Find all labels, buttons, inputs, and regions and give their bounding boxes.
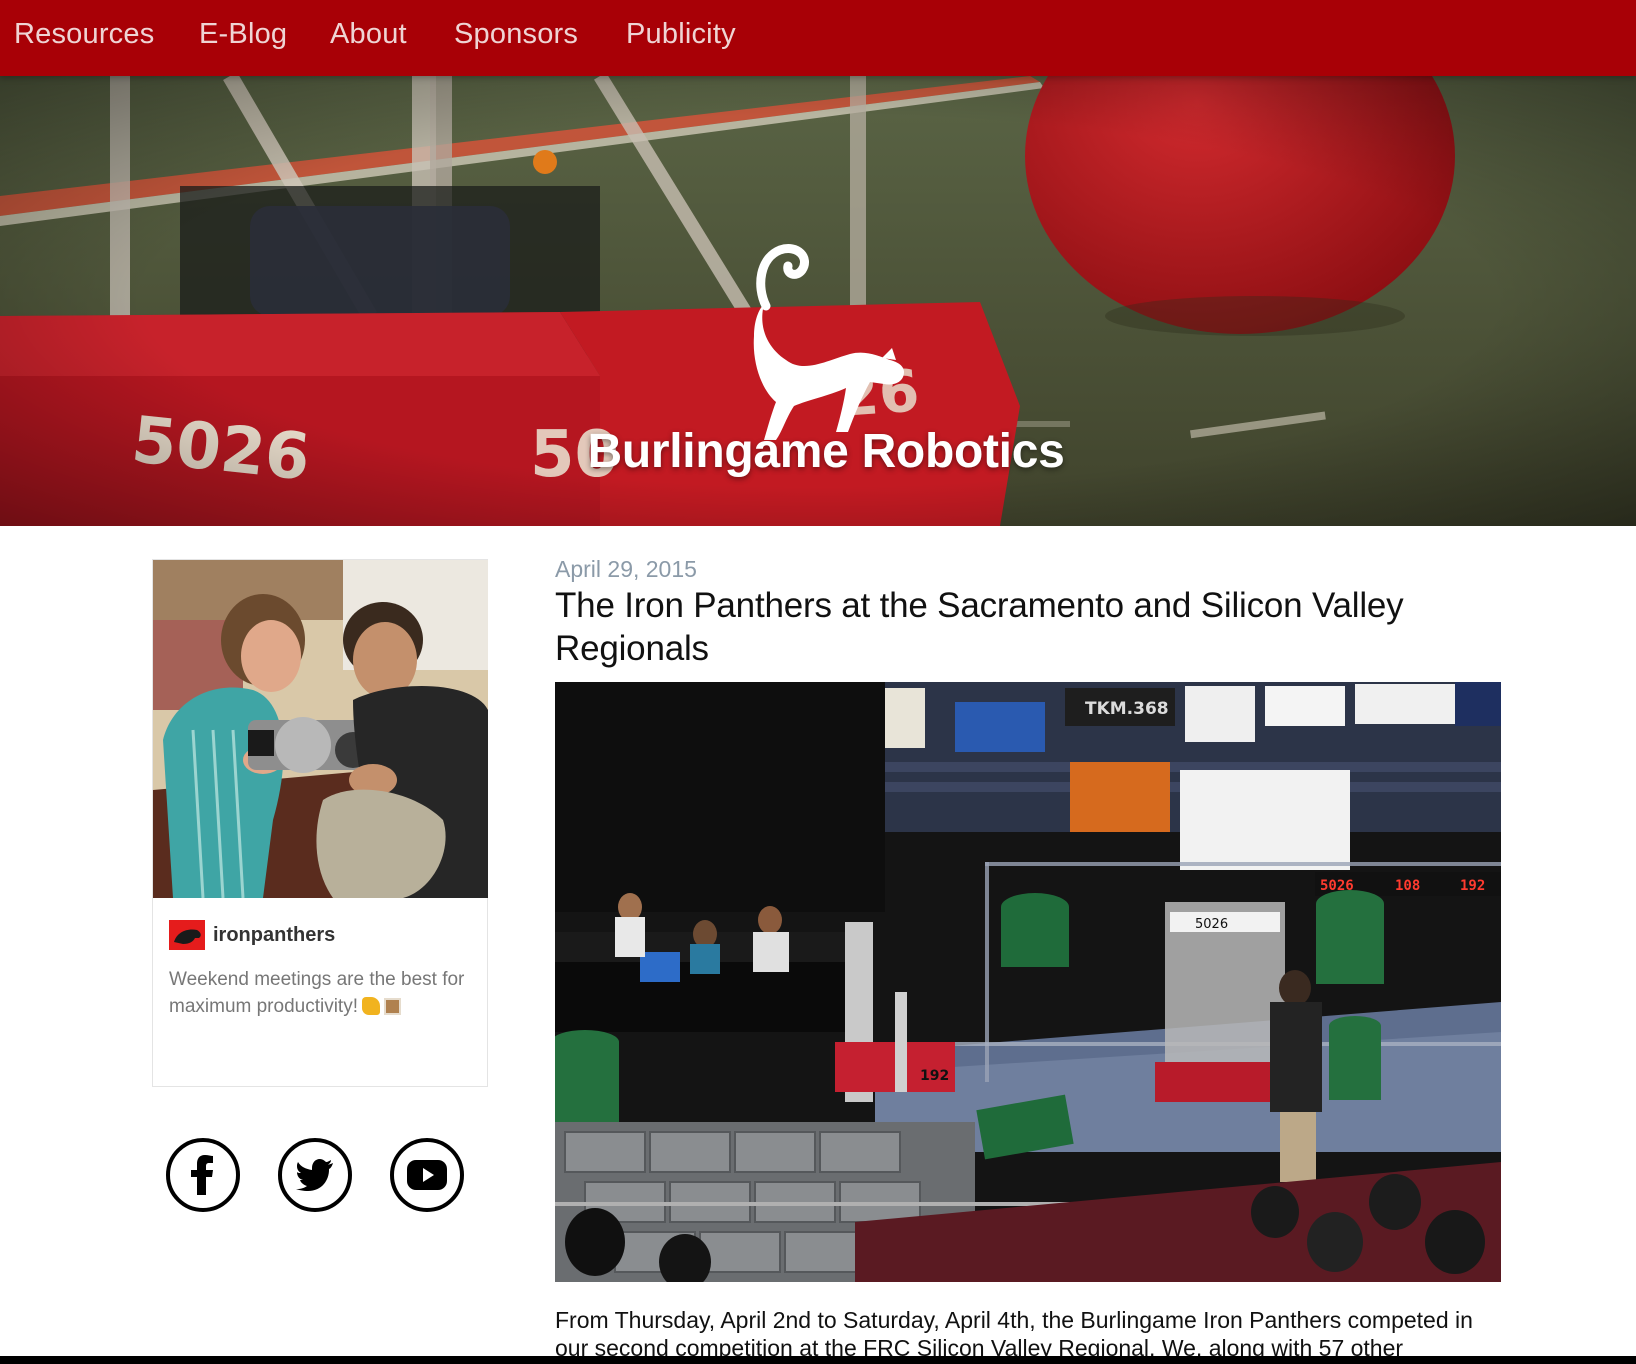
nav-eblog-link[interactable]: E-Blog (199, 18, 287, 51)
youtube-button[interactable] (390, 1138, 464, 1212)
instagram-widget: ironpanthers Weekend meetings are the be… (152, 559, 488, 1087)
instagram-username[interactable]: ironpanthers (213, 924, 335, 947)
site-title[interactable]: Burlingame Robotics (0, 424, 1636, 479)
image-score-right: 192 (1460, 878, 1485, 894)
instagram-caption-text: Weekend meetings are the best for maximu… (169, 969, 465, 1017)
facebook-icon (191, 1155, 213, 1195)
instagram-photo[interactable] (153, 560, 488, 898)
post-featured-image[interactable]: TKM.368 5026 108 192 192 5026 (555, 682, 1501, 1282)
nav-sponsors-link[interactable]: Sponsors (454, 18, 578, 51)
nav-resources-link[interactable]: Resources (14, 18, 154, 51)
twitter-icon (296, 1159, 333, 1191)
post-title[interactable]: The Iron Panthers at the Sacramento and … (555, 584, 1485, 670)
facebook-button[interactable] (166, 1138, 240, 1212)
post-date: April 29, 2015 (555, 556, 697, 582)
nav-about-link[interactable]: About (330, 18, 407, 51)
avatar (169, 920, 205, 950)
instagram-user[interactable]: ironpanthers (169, 918, 335, 952)
instagram-caption: Weekend meetings are the best for maximu… (169, 966, 479, 1020)
image-sign-tkm: TKM.368 (1085, 699, 1169, 719)
flexed-biceps-icon (362, 997, 380, 1015)
twitter-button[interactable] (278, 1138, 352, 1212)
image-score-mid: 108 (1395, 878, 1420, 894)
hero-banner: 5026 50 26 Burlingame Robotics (0, 76, 1636, 526)
bottom-bar (0, 1356, 1636, 1364)
image-bumper-label: 192 (920, 1068, 949, 1084)
skin-tone-icon (384, 998, 401, 1015)
top-navigation: Resources E-Blog About Sponsors Publicit… (0, 0, 1636, 76)
youtube-icon (407, 1160, 447, 1190)
post-body-text: From Thursday, April 2nd to Saturday, Ap… (555, 1307, 1473, 1361)
nav-publicity-link[interactable]: Publicity (626, 18, 736, 51)
image-robot-label: 5026 (1195, 917, 1228, 932)
